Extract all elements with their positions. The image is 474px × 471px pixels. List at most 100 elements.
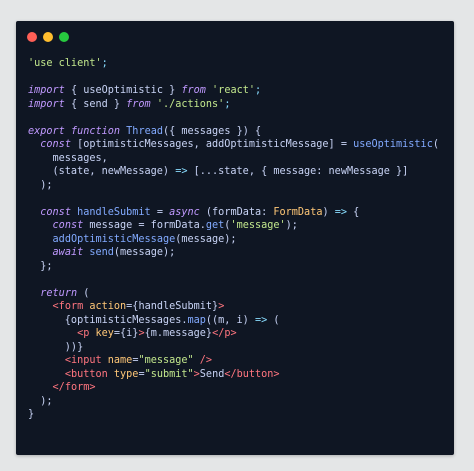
- code-token: );: [28, 395, 53, 407]
- code-token: key: [95, 328, 114, 339]
- code-line: export function Thread({ messages }) {: [28, 125, 439, 139]
- code-token: 'react': [212, 85, 255, 96]
- code-token: ;: [101, 58, 108, 69]
- code-line: const [optimisticMessages, addOptimistic…: [28, 138, 439, 152]
- code-line: <input name="message" />: [28, 354, 439, 368]
- code-token: ={i}: [113, 328, 139, 339]
- code-token: ))}: [28, 341, 84, 353]
- code-line: messages,: [28, 152, 439, 166]
- code-line: {optimisticMessages.map((m, i) => (: [28, 314, 439, 328]
- code-token: <button: [64, 368, 108, 380]
- minimize-dot-icon[interactable]: [43, 32, 53, 42]
- code-token: type: [113, 368, 139, 380]
- code-token: send: [89, 247, 114, 258]
- code-token: return: [40, 287, 78, 299]
- code-token: Thread: [126, 125, 163, 137]
- code-token: async: [169, 206, 200, 218]
- code-line: );: [28, 179, 439, 193]
- code-token: ({ messages }) {: [162, 125, 262, 137]
- code-token: [optimisticMessages, addOptimisticMessag…: [70, 139, 354, 150]
- code-token: );: [28, 179, 53, 191]
- code-token: };: [28, 260, 53, 272]
- code-line: <button type="submit">Send</button>: [28, 368, 439, 382]
- code-token: name: [107, 355, 133, 366]
- code-token: {optimisticMessages.: [28, 314, 188, 326]
- code-token: {m.message}: [144, 328, 213, 339]
- code-token: "message": [138, 355, 194, 366]
- code-token: ;: [254, 85, 262, 96]
- code-line: }: [28, 408, 439, 422]
- code-token: addOptimisticMessage: [52, 233, 176, 245]
- code-token: =>: [175, 166, 188, 177]
- code-token: ): [322, 206, 335, 218]
- code-token: =>: [334, 206, 348, 218]
- code-line: const handleSubmit = async (formData: Fo…: [28, 206, 439, 220]
- code-token: import: [28, 98, 65, 110]
- code-token: action: [89, 301, 127, 312]
- code-token: "submit": [144, 368, 194, 380]
- code-line: return (: [28, 287, 439, 301]
- code-line: addOptimisticMessage(message);: [28, 233, 439, 247]
- code-token: const: [40, 139, 71, 150]
- code-line: <p key={i}>{m.message}</p>: [28, 327, 439, 341]
- code-token: ={handleSubmit}: [126, 301, 219, 312]
- code-token: './actions': [156, 98, 225, 110]
- code-line: 'use client';: [28, 57, 439, 71]
- code-token: {: [347, 206, 360, 218]
- code-token: }: [28, 409, 35, 420]
- maximize-dot-icon[interactable]: [59, 32, 69, 42]
- code-token: (: [77, 287, 90, 299]
- code-token: FormData: [273, 206, 323, 218]
- code-token: <input: [64, 355, 102, 366]
- code-token: [...state, { message: newMessage }]: [187, 166, 409, 177]
- code-line: (state, newMessage) => [...state, { mess…: [28, 165, 439, 179]
- close-dot-icon[interactable]: [27, 32, 37, 42]
- code-token: { send }: [64, 98, 127, 110]
- code-line: await send(message);: [28, 246, 439, 260]
- code-token: await: [52, 247, 84, 258]
- code-token: export: [28, 125, 65, 137]
- code-token: (: [432, 139, 439, 150]
- code-token: (: [267, 314, 280, 326]
- code-token: { useOptimistic }: [64, 85, 182, 96]
- code-token: from: [126, 98, 151, 110]
- code-token: get: [205, 220, 225, 231]
- code-line: </form>: [28, 381, 439, 395]
- code-token: map: [187, 314, 206, 326]
- code-window: 'use client'; import { useOptimistic } f…: [16, 21, 454, 455]
- code-token: (state, newMessage): [28, 166, 176, 177]
- code-token: from: [181, 85, 206, 96]
- code-token: =: [150, 206, 170, 218]
- traffic-lights: [27, 32, 69, 42]
- code-line: <form action={handleSubmit}>: [28, 300, 439, 314]
- code-token: (formData:: [199, 206, 274, 218]
- code-token: (message);: [175, 233, 237, 245]
- code-token: import: [28, 85, 65, 96]
- code-token: </form>: [52, 382, 96, 393]
- code-line: import { send } from './actions';: [28, 98, 439, 112]
- code-token: (message);: [113, 247, 176, 258]
- code-token: useOptimistic: [353, 139, 433, 150]
- code-token: 'message': [230, 220, 286, 231]
- code-token: </button>: [224, 368, 280, 380]
- code-token: const: [52, 220, 84, 231]
- code-token: function: [70, 125, 121, 137]
- code-token: =>: [254, 314, 268, 326]
- code-token: />: [193, 355, 213, 366]
- code-line: ))}: [28, 341, 439, 355]
- code-token: const: [40, 206, 71, 218]
- code-line: const message = formData.get('message');: [28, 219, 439, 233]
- code-token: <p: [77, 328, 90, 339]
